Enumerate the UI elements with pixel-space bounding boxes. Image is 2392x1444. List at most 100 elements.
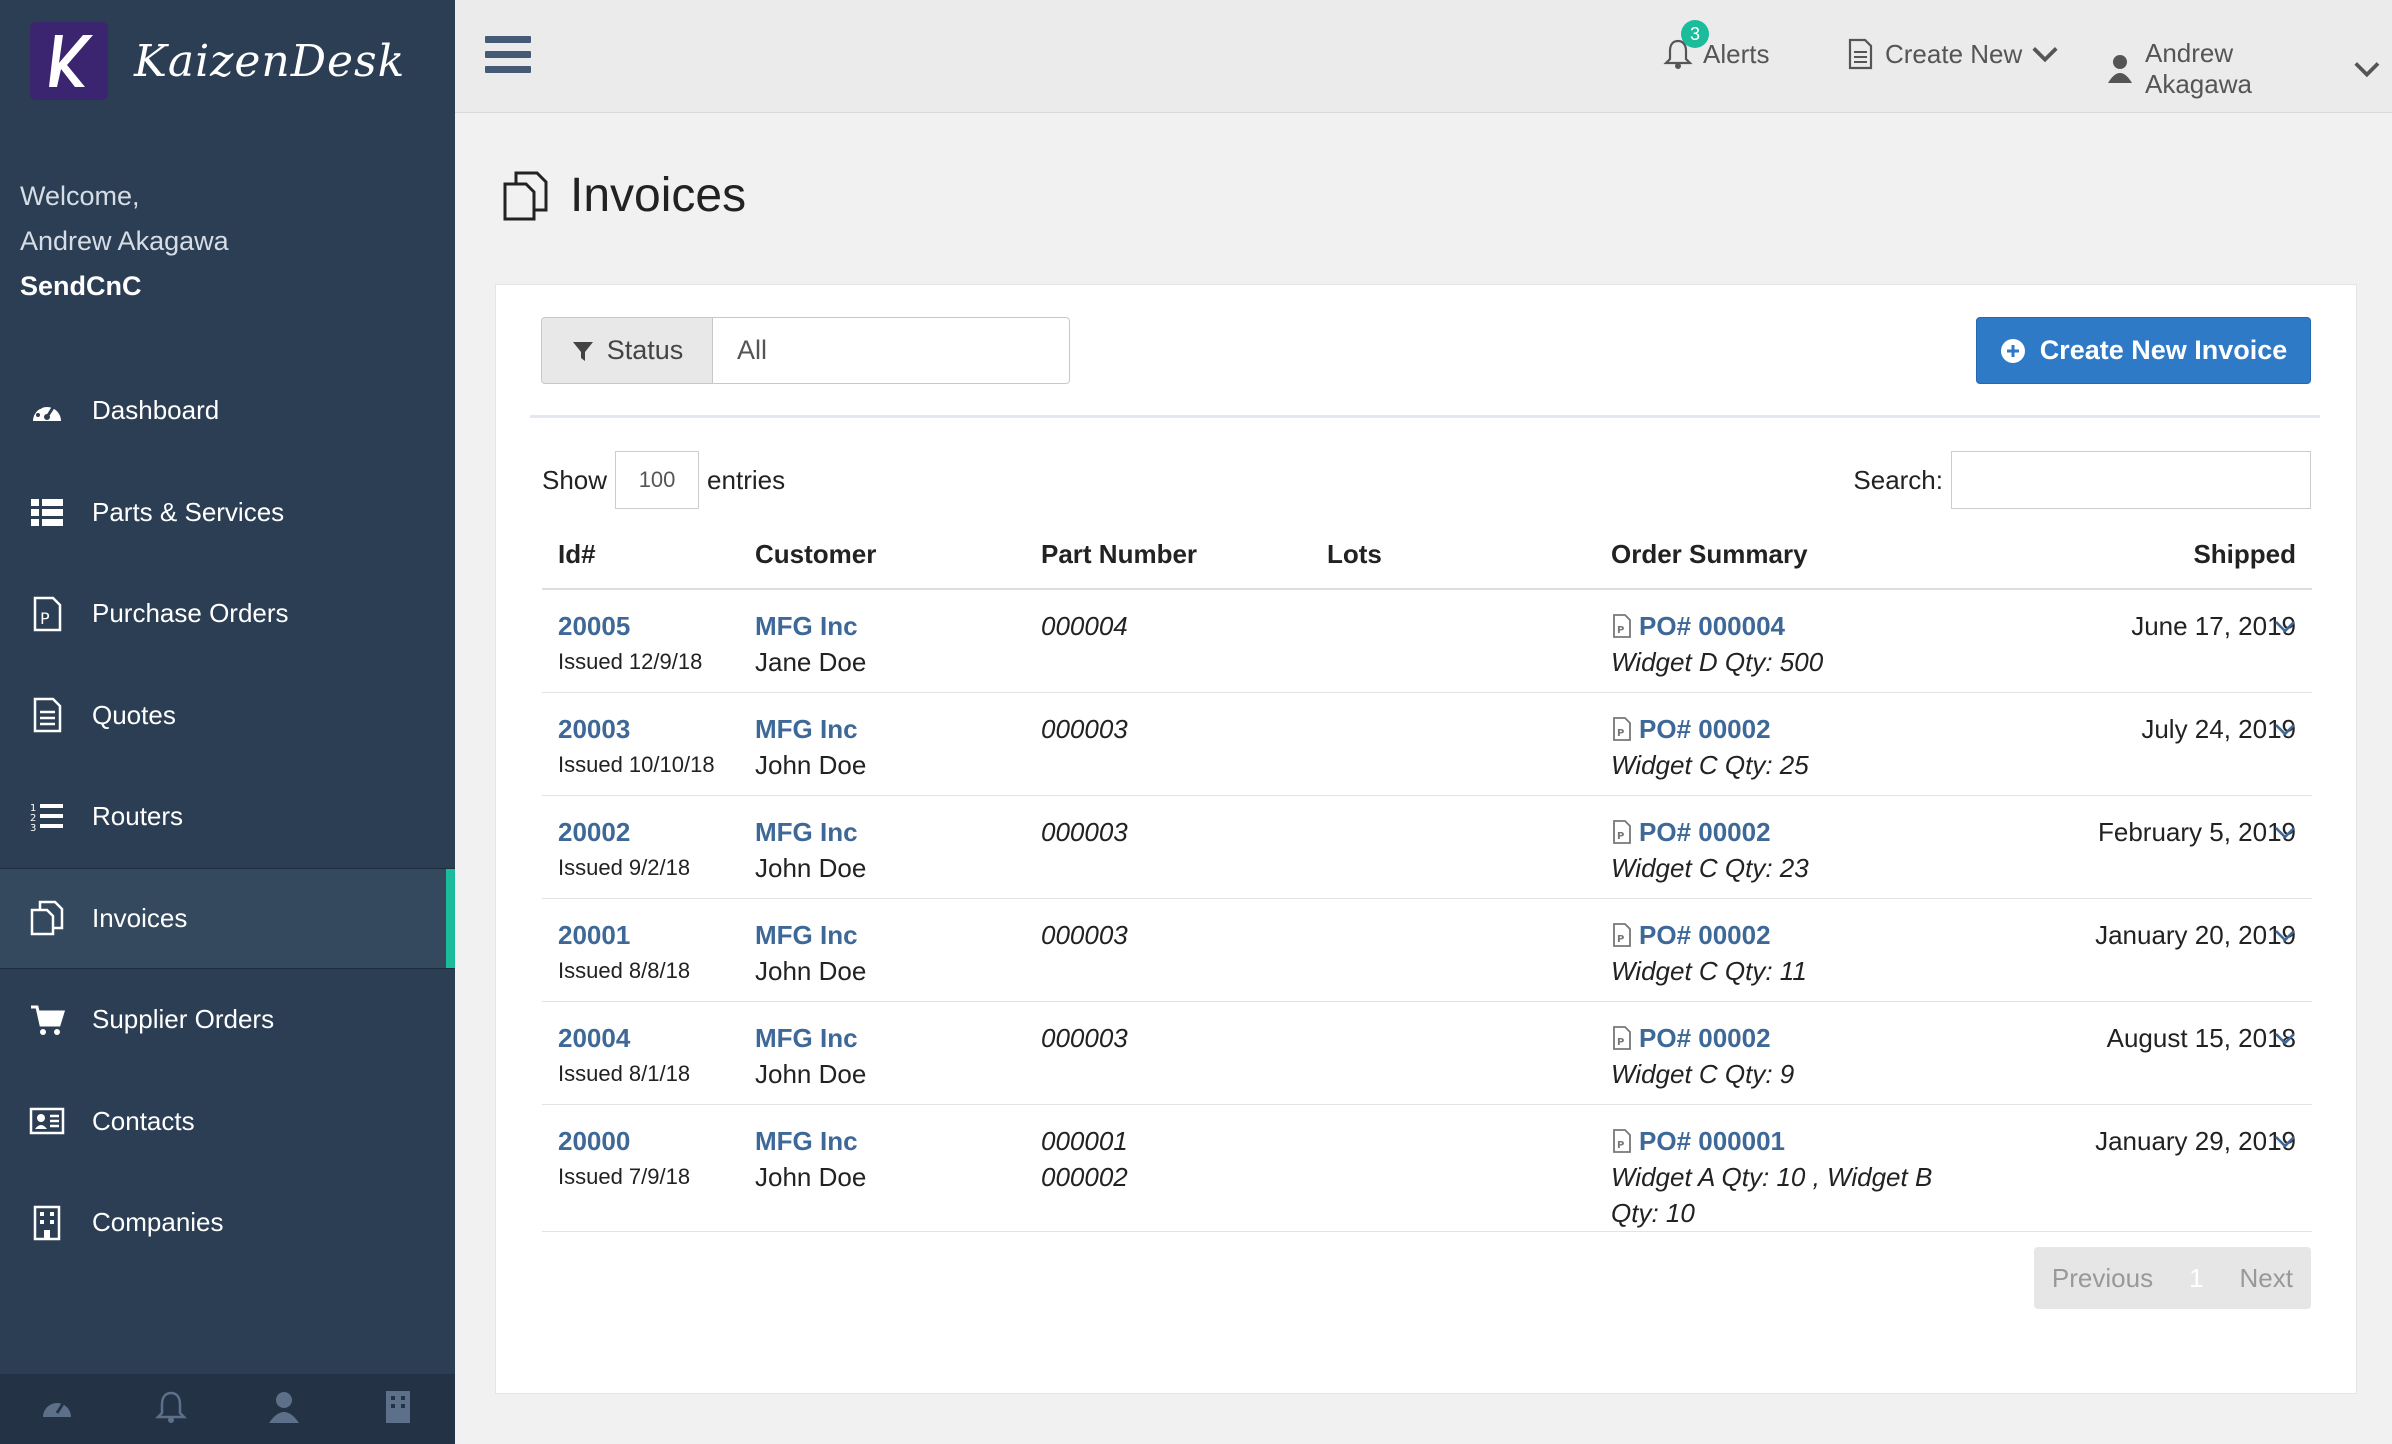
id-cell: 20000 Issued 7/9/18 [542,1104,739,1232]
invoice-id-link[interactable]: 20003 [558,711,723,747]
sidebar-item-routers[interactable]: 123 Routers [0,766,455,868]
customer-link[interactable]: MFG Inc [755,711,1009,747]
po-number: PO# 00002 [1639,919,1771,950]
sidebar-item-purchase-orders[interactable]: P Purchase Orders [0,563,455,665]
sidebar-item-supplier-orders[interactable]: Supplier Orders [0,969,455,1071]
customer-link[interactable]: MFG Inc [755,1020,1009,1056]
po-number: PO# 000001 [1639,1125,1786,1156]
alerts-label: Alerts [1703,38,1770,69]
sidebar-footer [0,1374,455,1444]
part-number-cell: 000003 [1025,898,1311,1002]
building-icon [28,1204,66,1242]
page-number-button[interactable]: 1 [2171,1263,2221,1294]
previous-page-button[interactable]: Previous [2034,1263,2171,1294]
sidebar-item-companies[interactable]: Companies [0,1172,455,1274]
brand-name: KaizenDesk [134,35,406,87]
part-number-cell: 000003 [1025,692,1311,796]
sidebar-item-quotes[interactable]: Quotes [0,665,455,767]
create-new-invoice-button[interactable]: Create New Invoice [1976,317,2311,384]
po-link[interactable]: P PO# 000001 [1611,1123,1979,1159]
invoice-id-link[interactable]: 20000 [558,1123,723,1159]
table-row: 20005 Issued 12/9/18 MFG Inc Jane Doe 00… [542,589,2312,693]
user-menu[interactable]: Andrew Akagawa [2105,38,2392,100]
alerts-menu[interactable]: 3 Alerts [1663,20,1770,70]
search-input[interactable] [1951,451,2311,509]
invoice-id-link[interactable]: 20005 [558,608,723,644]
invoice-id-link[interactable]: 20004 [558,1020,723,1056]
po-link[interactable]: P PO# 00002 [1611,711,1979,747]
customer-link[interactable]: MFG Inc [755,1123,1009,1159]
column-header-shipped[interactable]: Shipped [1995,521,2312,590]
part-number-cell: 000003 [1025,795,1311,899]
show-label: Show [542,464,608,495]
next-page-button[interactable]: Next [2222,1263,2311,1294]
invoice-id-link[interactable]: 20001 [558,917,723,953]
id-cell: 20005 Issued 12/9/18 [542,589,739,693]
customer-link[interactable]: MFG Inc [755,608,1009,644]
column-header-part-number[interactable]: Part Number [1025,521,1311,590]
user-icon[interactable] [266,1389,302,1430]
menu-toggle-icon[interactable] [485,36,531,74]
entries-select[interactable]: 100 [615,451,700,509]
column-header-customer[interactable]: Customer [739,521,1025,590]
brand[interactable]: KaizenDesk [30,22,405,100]
purchase-order-icon: P [1613,716,1631,741]
dashboard-icon [28,392,66,430]
customer-link[interactable]: MFG Inc [755,814,1009,850]
purchase-order-icon: P [1613,614,1631,638]
table-row: 20004 Issued 8/1/18 MFG Inc John Doe 000… [542,1001,2312,1105]
create-new-label: Create New [1885,38,2023,69]
status-select[interactable]: All [713,317,1070,384]
chevron-down-icon[interactable] [2272,1129,2298,1155]
shipped-date: February 5, 2019 [2097,816,2296,847]
part-number: 000003 [1041,1022,1128,1053]
lots-cell [1311,1001,1595,1105]
customer-link[interactable]: MFG Inc [755,917,1009,953]
order-summary-text: Widget C Qty: 25 [1611,749,1809,780]
bell-icon[interactable] [153,1389,189,1430]
chevron-down-icon[interactable] [2272,923,2298,949]
sidebar-item-parts-services[interactable]: Parts & Services [0,462,455,564]
column-header-order-summary[interactable]: Order Summary [1595,521,1995,590]
column-header-id[interactable]: Id# [542,521,739,590]
customer-cell: MFG Inc John Doe [739,1104,1025,1232]
part-number: 000003 [1041,816,1128,847]
po-link[interactable]: P PO# 00002 [1611,917,1979,953]
svg-text:P: P [1617,1140,1624,1151]
part-number-cell: 000001 000002 [1025,1104,1311,1232]
welcome-text: Welcome, [20,181,140,211]
order-summary-text: Widget C Qty: 11 [1611,955,1807,986]
purchase-order-icon: P [1613,922,1631,947]
create-new-menu[interactable]: Create New [1845,38,2070,70]
chevron-down-icon [2354,62,2380,78]
po-link[interactable]: P PO# 000004 [1611,608,1979,644]
table-search: Search: [1853,451,2311,509]
sidebar-item-invoices[interactable]: Invoices [0,867,455,969]
part-number: 000003 [1041,713,1128,744]
chevron-down-icon[interactable] [2272,1026,2298,1052]
po-link[interactable]: P PO# 00002 [1611,1020,1979,1056]
po-link[interactable]: P PO# 00002 [1611,814,1979,850]
dashboard-icon[interactable] [39,1389,75,1430]
chevron-down-icon[interactable] [2272,717,2298,743]
po-number: PO# 000004 [1639,611,1786,641]
contact-card-icon [28,1102,66,1140]
sidebar-item-label: Companies [92,1207,224,1238]
cart-icon [28,1001,66,1039]
invoices-icon [503,171,548,220]
status-filter-label: Status [606,335,684,365]
column-header-lots[interactable]: Lots [1311,521,1595,590]
pagination: Previous 1 Next [2033,1247,2311,1309]
status-filter-button[interactable]: Status [541,317,713,384]
sidebar-item-contacts[interactable]: Contacts [0,1071,455,1173]
numbered-list-icon: 123 [28,798,66,836]
sidebar-nav: Dashboard Parts & Services P Purchase Or… [0,360,455,1274]
bell-icon: 3 [1663,20,1709,70]
status-filter: Status All [541,317,1070,384]
sidebar-item-dashboard[interactable]: Dashboard [0,360,455,462]
order-summary-text: Widget D Qty: 500 [1611,647,1824,677]
building-icon[interactable] [380,1389,416,1430]
invoice-id-link[interactable]: 20002 [558,814,723,850]
chevron-down-icon[interactable] [2272,820,2298,846]
chevron-down-icon[interactable] [2272,614,2298,640]
